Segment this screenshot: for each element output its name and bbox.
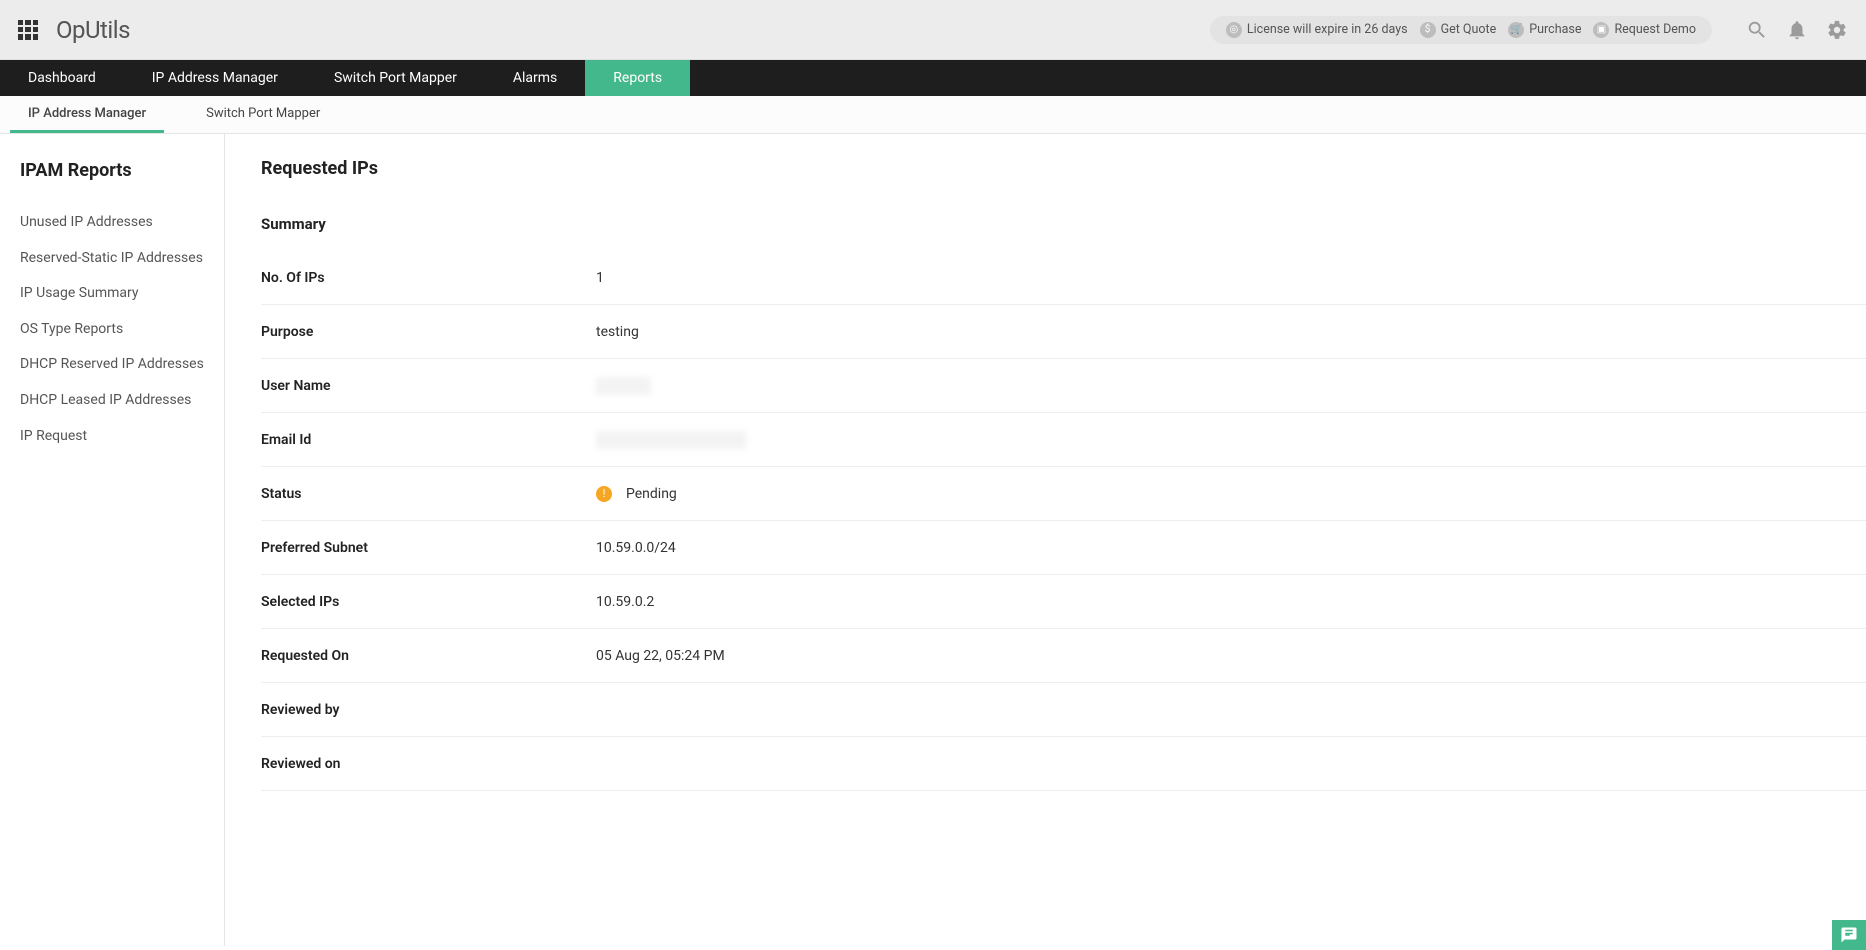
summary-label: No. Of IPs bbox=[261, 270, 596, 286]
redacted-value: xxxxxx bbox=[596, 377, 651, 395]
gear-icon[interactable] bbox=[1826, 19, 1848, 41]
request-demo-link[interactable]: ▣ Request Demo bbox=[1587, 20, 1702, 40]
summary-row: No. Of IPs1 bbox=[261, 251, 1866, 305]
summary-row: Requested On05 Aug 22, 05:24 PM bbox=[261, 629, 1866, 683]
license-action-pill: ◎ License will expire in 26 days $ Get Q… bbox=[1210, 16, 1712, 44]
summary-value: 10.59.0.0/24 bbox=[596, 540, 676, 556]
redacted-value: xxxxxxxxxxxxxxxxxxxx bbox=[596, 431, 746, 449]
bell-icon[interactable] bbox=[1786, 19, 1808, 41]
nav-dashboard[interactable]: Dashboard bbox=[0, 60, 124, 96]
summary-row: Status! Pending bbox=[261, 467, 1866, 521]
sidebar: IPAM Reports Unused IP Addresses Reserve… bbox=[0, 134, 225, 946]
demo-icon: ▣ bbox=[1593, 22, 1609, 38]
purchase-label: Purchase bbox=[1529, 22, 1581, 37]
get-quote-link[interactable]: $ Get Quote bbox=[1414, 20, 1503, 40]
summary-label: Selected IPs bbox=[261, 594, 596, 610]
dollar-icon: $ bbox=[1420, 22, 1436, 38]
summary-value: ! Pending bbox=[596, 486, 677, 502]
summary-row: Reviewed by bbox=[261, 683, 1866, 737]
summary-label: Email Id bbox=[261, 432, 596, 448]
get-quote-label: Get Quote bbox=[1441, 22, 1497, 37]
summary-row: User Namexxxxxx bbox=[261, 359, 1866, 413]
summary-value: 05 Aug 22, 05:24 PM bbox=[596, 648, 725, 664]
brand-title: OpUtils bbox=[56, 16, 130, 44]
sidebar-item-os-type-reports[interactable]: OS Type Reports bbox=[20, 312, 204, 348]
summary-value: xxxxxx bbox=[596, 377, 651, 395]
summary-label: Preferred Subnet bbox=[261, 540, 596, 556]
nav-switch-port-mapper[interactable]: Switch Port Mapper bbox=[306, 60, 485, 96]
sidebar-item-reserved-static[interactable]: Reserved-Static IP Addresses bbox=[20, 241, 204, 277]
status-pending-icon: ! bbox=[596, 486, 612, 502]
info-icon: ◎ bbox=[1226, 22, 1242, 38]
summary-row: Reviewed on bbox=[261, 737, 1866, 791]
search-icon[interactable] bbox=[1746, 19, 1768, 41]
summary-value: testing bbox=[596, 324, 639, 340]
sidebar-item-dhcp-leased[interactable]: DHCP Leased IP Addresses bbox=[20, 383, 204, 419]
purchase-link[interactable]: 🛒 Purchase bbox=[1502, 20, 1587, 40]
summary-value: 1 bbox=[596, 270, 604, 286]
apps-grid-icon[interactable] bbox=[18, 20, 38, 40]
license-expiry-text: License will expire in 26 days bbox=[1247, 22, 1408, 37]
summary-value: 10.59.0.2 bbox=[596, 594, 654, 610]
page-title: Requested IPs bbox=[261, 158, 1866, 179]
nav-ip-address-manager[interactable]: IP Address Manager bbox=[124, 60, 306, 96]
feedback-fab[interactable] bbox=[1832, 920, 1866, 950]
subtab-ip-address-manager[interactable]: IP Address Manager bbox=[10, 96, 164, 133]
section-title: Summary bbox=[261, 215, 1866, 233]
nav-reports[interactable]: Reports bbox=[585, 60, 690, 96]
sub-tabs: IP Address Manager Switch Port Mapper bbox=[0, 96, 1866, 134]
subtab-switch-port-mapper[interactable]: Switch Port Mapper bbox=[188, 96, 338, 133]
summary-label: Purpose bbox=[261, 324, 596, 340]
content-area: Requested IPs Summary No. Of IPs1Purpose… bbox=[225, 134, 1866, 946]
summary-row: Purposetesting bbox=[261, 305, 1866, 359]
cart-icon: 🛒 bbox=[1508, 22, 1524, 38]
summary-value: xxxxxxxxxxxxxxxxxxxx bbox=[596, 431, 746, 449]
sidebar-item-ip-usage-summary[interactable]: IP Usage Summary bbox=[20, 276, 204, 312]
request-demo-label: Request Demo bbox=[1614, 22, 1696, 37]
main-nav: Dashboard IP Address Manager Switch Port… bbox=[0, 60, 1866, 96]
summary-label: Requested On bbox=[261, 648, 596, 664]
summary-row: Preferred Subnet10.59.0.0/24 bbox=[261, 521, 1866, 575]
summary-label: Reviewed by bbox=[261, 702, 596, 718]
sidebar-item-unused-ip[interactable]: Unused IP Addresses bbox=[20, 205, 204, 241]
sidebar-title: IPAM Reports bbox=[20, 160, 204, 181]
sidebar-item-ip-request[interactable]: IP Request bbox=[20, 419, 204, 455]
license-expiry[interactable]: ◎ License will expire in 26 days bbox=[1220, 20, 1414, 40]
summary-row: Selected IPs10.59.0.2 bbox=[261, 575, 1866, 629]
summary-row: Email Idxxxxxxxxxxxxxxxxxxxx bbox=[261, 413, 1866, 467]
topbar: OpUtils ◎ License will expire in 26 days… bbox=[0, 0, 1866, 60]
status-text: Pending bbox=[626, 486, 677, 502]
summary-label: User Name bbox=[261, 378, 596, 394]
sidebar-item-dhcp-reserved[interactable]: DHCP Reserved IP Addresses bbox=[20, 347, 204, 383]
nav-alarms[interactable]: Alarms bbox=[485, 60, 585, 96]
summary-label: Status bbox=[261, 486, 596, 502]
summary-label: Reviewed on bbox=[261, 756, 596, 772]
